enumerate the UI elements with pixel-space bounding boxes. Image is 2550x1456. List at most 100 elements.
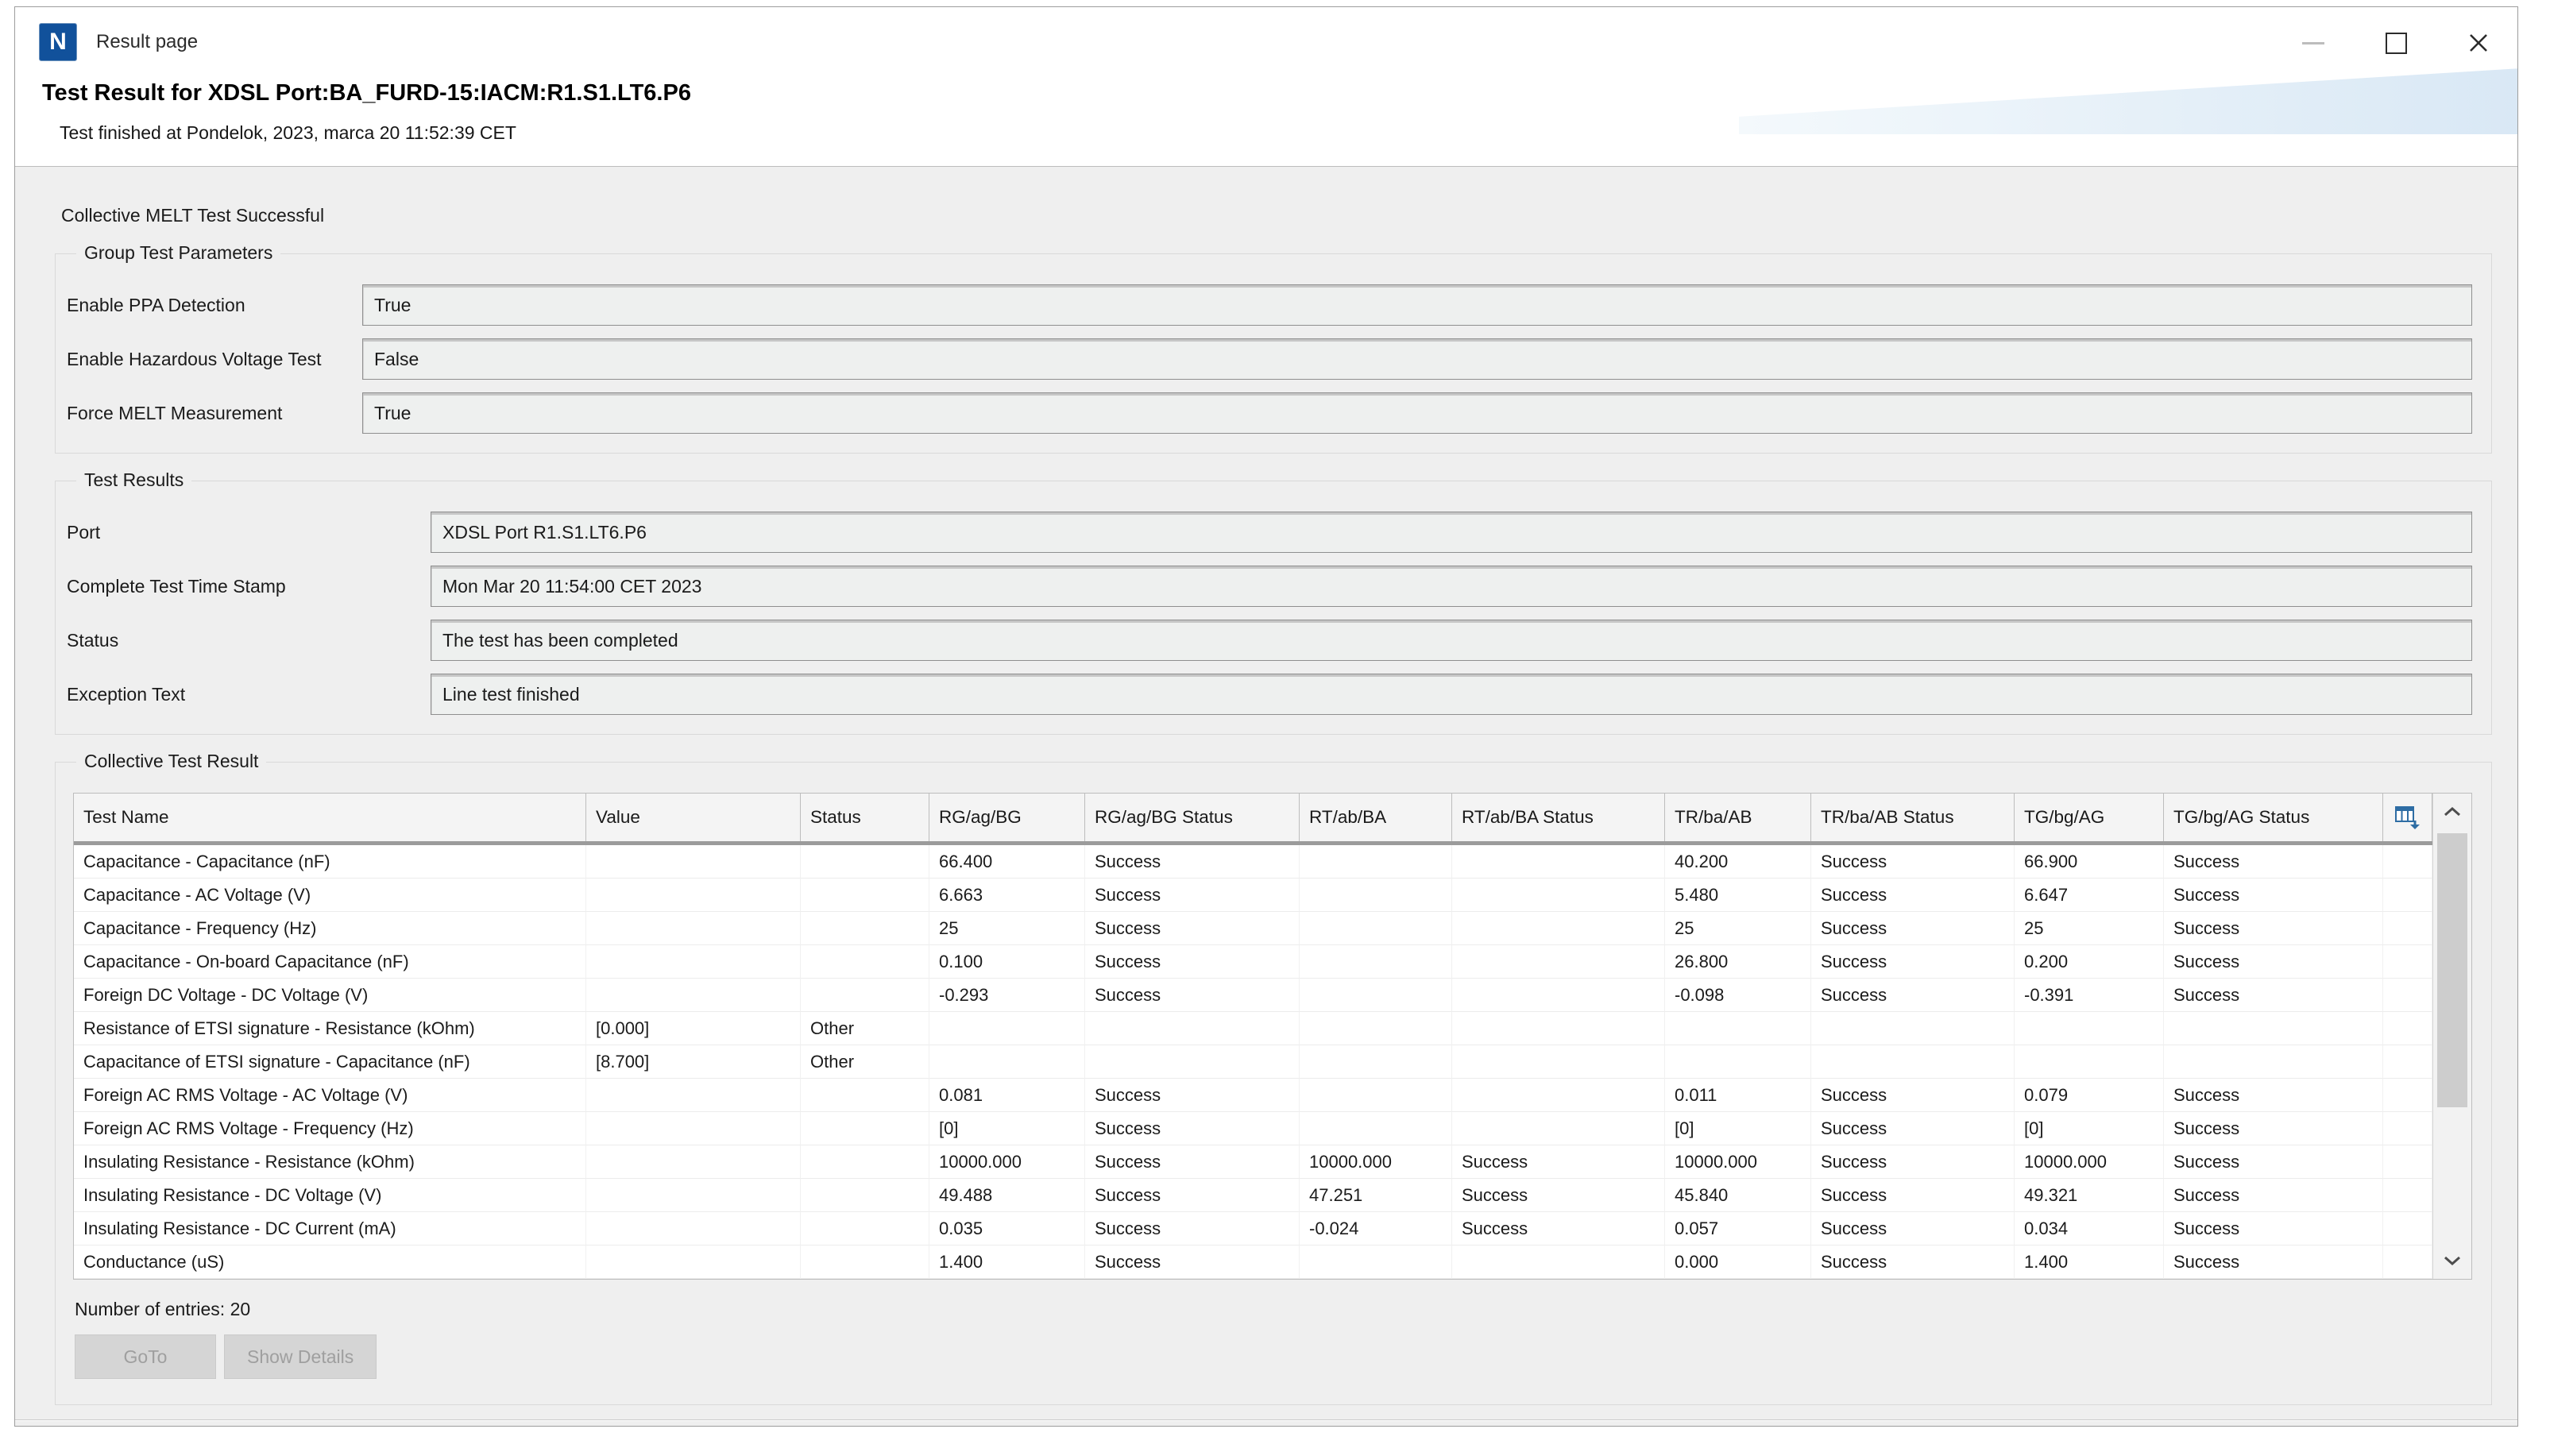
table-cell: 45.840 (1665, 1179, 1811, 1212)
scroll-down-button[interactable] (2433, 1242, 2471, 1279)
table-cell: Success (2164, 1246, 2383, 1279)
table-cell: Insulating Resistance - DC Current (mA) (74, 1212, 586, 1246)
column-header[interactable]: Test Name (74, 794, 586, 841)
table-cell: Other (801, 1045, 929, 1079)
table-cell (2383, 1112, 2432, 1145)
column-chooser-header-cell[interactable] (2383, 794, 2432, 841)
maximize-icon (2386, 33, 2407, 54)
table-cell: Capacitance - On-board Capacitance (nF) (74, 945, 586, 979)
table-row[interactable]: Capacitance - Frequency (Hz)25Success25S… (74, 912, 2432, 945)
maximize-button[interactable] (2378, 25, 2414, 61)
table-row[interactable]: Foreign DC Voltage - DC Voltage (V)-0.29… (74, 979, 2432, 1012)
table-cell (801, 1179, 929, 1212)
table-cell (1665, 1012, 1811, 1045)
column-header[interactable]: RT/ab/BA (1300, 794, 1452, 841)
dialog-header: Test Result for XDSL Port:BA_FURD-15:IAC… (15, 77, 2517, 167)
table-cell (586, 912, 801, 945)
table-row[interactable]: Conductance (uS)1.400Success0.000Success… (74, 1246, 2432, 1279)
table-cell: Success (1811, 1246, 2015, 1279)
table-cell (1300, 912, 1452, 945)
table-cell (586, 1179, 801, 1212)
table-row[interactable]: Capacitance - On-board Capacitance (nF) 0… (74, 945, 2432, 979)
table-cell (1300, 1012, 1452, 1045)
field-value[interactable]: False (362, 338, 2472, 380)
collective-test-result-box: Collective Test Result Test NameValueSta… (55, 762, 2492, 1405)
table-cell: -0.391 (2015, 979, 2164, 1012)
group-test-parameters-fields: Enable PPA DetectionTrueEnable Hazardous… (67, 284, 2472, 434)
table-cell: Foreign DC Voltage - DC Voltage (V) (74, 979, 586, 1012)
table-cell: Success (1085, 1112, 1300, 1145)
field-row: Force MELT MeasurementTrue (67, 392, 2472, 434)
table-cell: 0.200 (2015, 945, 2164, 979)
field-value-text: False (374, 349, 419, 370)
table-cell (801, 1145, 929, 1179)
field-value[interactable]: Mon Mar 20 11:54:00 CET 2023 (431, 566, 2472, 607)
result-table: Test NameValueStatusRG/ag/BGRG/ag/BG Sta… (73, 793, 2472, 1280)
field-value[interactable]: True (362, 284, 2472, 326)
minimize-button[interactable] (2295, 25, 2332, 61)
field-value[interactable]: XDSL Port R1.S1.LT6.P6 (431, 512, 2472, 553)
table-cell: [0] (1665, 1112, 1811, 1145)
app-icon[interactable]: N (39, 23, 77, 61)
chevron-down-icon (2442, 1254, 2463, 1267)
table-cell (1452, 1045, 1665, 1079)
field-label: Force MELT Measurement (67, 403, 362, 424)
scrollbar-thumb[interactable] (2437, 833, 2467, 1107)
table-cell (1300, 1045, 1452, 1079)
table-cell (929, 1012, 1085, 1045)
table-cell: 26.800 (1665, 945, 1811, 979)
table-cell (2383, 1045, 2432, 1079)
field-label: Status (67, 630, 431, 651)
result-page-window: N Result page Test Result for XDSL Port:… (14, 6, 2518, 1427)
table-row[interactable]: Insulating Resistance - DC Current (mA)0… (74, 1212, 2432, 1246)
table-cell (1300, 945, 1452, 979)
table-cell: Success (2164, 1079, 2383, 1112)
column-header[interactable]: TR/ba/AB (1665, 794, 1811, 841)
table-cell: Success (1085, 1079, 1300, 1112)
table-row[interactable]: Capacitance - AC Voltage (V)6.663Success… (74, 879, 2432, 912)
scroll-up-button[interactable] (2433, 794, 2471, 830)
column-header[interactable]: RG/ag/BG (929, 794, 1085, 841)
column-header[interactable]: Status (801, 794, 929, 841)
goto-button[interactable]: GoTo (75, 1334, 216, 1379)
table-row[interactable]: Foreign AC RMS Voltage - AC Voltage (V)0… (74, 1079, 2432, 1112)
field-value[interactable]: Line test finished (431, 674, 2472, 715)
table-row[interactable]: Insulating Resistance - Resistance (kOhm… (74, 1145, 2432, 1179)
vertical-scrollbar[interactable] (2432, 794, 2471, 1279)
column-header[interactable]: RT/ab/BA Status (1452, 794, 1665, 841)
table-cell: -0.024 (1300, 1212, 1452, 1246)
table-cell: Capacitance of ETSI signature - Capacita… (74, 1045, 586, 1079)
table-cell (1085, 1045, 1300, 1079)
table-cell (1811, 1012, 2015, 1045)
close-button[interactable] (2460, 25, 2497, 61)
table-cell (2015, 1012, 2164, 1045)
result-table-grid: Test NameValueStatusRG/ag/BGRG/ag/BG Sta… (74, 794, 2432, 1279)
table-row[interactable]: Capacitance of ETSI signature - Capacita… (74, 1045, 2432, 1079)
table-cell: Success (1811, 845, 2015, 879)
table-cell (2383, 1179, 2432, 1212)
table-row[interactable]: Capacitance - Capacitance (nF)66.400Succ… (74, 845, 2432, 879)
field-value[interactable]: True (362, 392, 2472, 434)
table-cell (1300, 879, 1452, 912)
table-row[interactable]: Foreign AC RMS Voltage - Frequency (Hz)[… (74, 1112, 2432, 1145)
table-cell: Success (1811, 979, 2015, 1012)
table-cell: Insulating Resistance - Resistance (kOhm… (74, 1145, 586, 1179)
collective-test-result-legend: Collective Test Result (76, 751, 266, 772)
field-value[interactable]: The test has been completed (431, 620, 2472, 661)
table-cell: Success (1811, 945, 2015, 979)
column-header[interactable]: TR/ba/AB Status (1811, 794, 2015, 841)
table-cell (2164, 1045, 2383, 1079)
table-row[interactable]: Insulating Resistance - DC Voltage (V)49… (74, 1179, 2432, 1212)
field-row: Complete Test Time StampMon Mar 20 11:54… (67, 566, 2472, 607)
title-bar[interactable]: N Result page (15, 7, 2517, 77)
table-cell: Capacitance - Capacitance (nF) (74, 845, 586, 879)
column-header[interactable]: RG/ag/BG Status (1085, 794, 1300, 841)
table-cell: Success (1452, 1145, 1665, 1179)
column-header[interactable]: Value (586, 794, 801, 841)
column-header[interactable]: TG/bg/AG (2015, 794, 2164, 841)
show-details-button[interactable]: Show Details (224, 1334, 377, 1379)
table-cell (801, 979, 929, 1012)
table-cell (801, 945, 929, 979)
table-row[interactable]: Resistance of ETSI signature - Resistanc… (74, 1012, 2432, 1045)
column-header[interactable]: TG/bg/AG Status (2164, 794, 2383, 841)
